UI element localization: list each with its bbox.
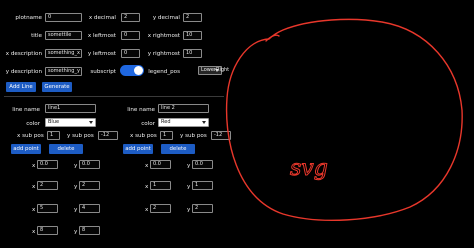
svg-annotation: svg: [290, 156, 328, 181]
circle-start-stroke: [265, 34, 280, 42]
annotation-canvas: svg: [225, 18, 463, 221]
hand-drawn-circle: [225, 18, 463, 221]
